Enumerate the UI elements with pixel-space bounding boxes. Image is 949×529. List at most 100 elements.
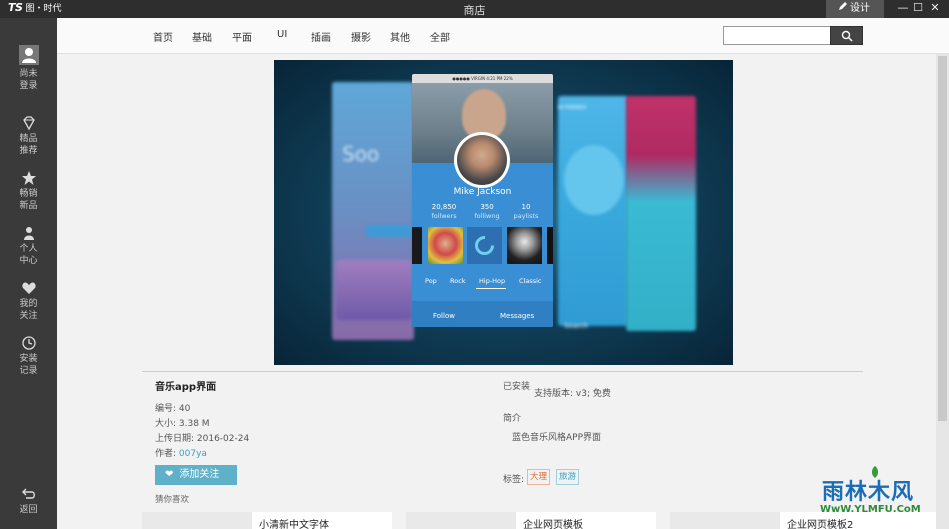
sidebar-item-label: 个人 中心 — [19, 244, 38, 266]
profile-name: Mike Jackson — [453, 187, 512, 197]
tag-dali[interactable]: 大理 — [527, 469, 551, 485]
intro-label: 简介 — [503, 414, 522, 424]
author-label: 作者: — [155, 449, 179, 459]
title-bar: TS 图・时代 商店 设计 — ☐ ✕ — [0, 0, 949, 18]
sidebar-item-profile[interactable]: 个人 中心 — [0, 225, 57, 267]
sidebar-back[interactable]: 返回 — [0, 486, 57, 516]
design-button[interactable]: 设计 — [826, 0, 884, 18]
sidebar-login-label: 尚未 登录 — [19, 69, 38, 91]
nav-item-photography[interactable]: 摄影 — [351, 29, 371, 44]
loading-spinner-icon — [475, 236, 494, 255]
album-tiles — [412, 227, 553, 265]
stat-number: 20,850 — [431, 203, 457, 211]
nav-item-all[interactable]: 全部 — [430, 29, 450, 44]
album-tile — [507, 227, 542, 264]
scrollbar-thumb[interactable] — [938, 56, 947, 421]
nav-item-basic[interactable]: 基础 — [192, 29, 212, 44]
maximize-button[interactable]: ☐ — [911, 1, 925, 14]
sidebar-item-install-history[interactable]: 安装 记录 — [0, 335, 57, 377]
sidebar-item-label: 畅销 新品 — [19, 189, 38, 211]
minimize-button[interactable]: — — [896, 1, 910, 14]
nav-item-ui[interactable]: UI — [277, 29, 287, 40]
star-icon — [21, 171, 36, 185]
sidebar-item-featured[interactable]: 精品 推荐 — [0, 115, 57, 157]
album-tile — [547, 227, 553, 264]
sidebar-login[interactable]: 尚未 登录 — [0, 45, 57, 92]
sidebar-item-label: 精品 推荐 — [19, 134, 38, 156]
stat-label: paylists — [513, 212, 539, 220]
genre-underline — [476, 288, 506, 289]
item-date: 上传日期: 2016-02-24 — [155, 434, 250, 444]
sidebar-back-label: 返回 — [19, 505, 38, 515]
stat-label: follwers — [431, 212, 457, 220]
album-tile — [412, 227, 422, 264]
back-arrow-icon — [21, 488, 35, 499]
add-follow-button[interactable]: ❤ 添加关注 — [155, 465, 237, 485]
genre-hiphop: Hip-Hop — [479, 277, 506, 285]
watermark-logo: 雨林木风 WwW.YLMFU.CoM — [810, 464, 942, 524]
add-follow-label: 添加关注 — [179, 469, 220, 480]
window-title: 商店 — [463, 4, 486, 17]
search-button[interactable] — [830, 26, 863, 45]
recommend-card[interactable]: 小清新中文字体 — [142, 512, 392, 529]
album-tile-loading — [467, 227, 502, 264]
recommend-thumb — [670, 512, 780, 529]
album-tile — [428, 227, 463, 264]
nav-item-home[interactable]: 首页 — [153, 29, 173, 44]
stat-following: 350 folliwng — [467, 203, 507, 221]
author-link[interactable]: 007ya — [179, 449, 207, 459]
design-label: 设计 — [850, 3, 870, 14]
stat-number: 10 — [521, 203, 531, 211]
preview-image: Soo W FRIENDS Search ●●●●● VIRGIN 4:21 P… — [274, 60, 733, 365]
blurred-friends-label: W FRIENDS — [558, 105, 587, 111]
stat-playlists: 10 paylists — [506, 203, 546, 221]
installed-status: 已安装 — [503, 382, 531, 392]
sidebar-item-label: 我的 关注 — [19, 299, 38, 321]
guess-you-like: 猜你喜欢 — [155, 495, 190, 505]
tags-label: 标签: — [503, 475, 525, 485]
genre-classic: Classic — [519, 277, 542, 285]
profile-avatar — [454, 132, 510, 188]
pen-icon — [838, 0, 850, 18]
clock-icon — [21, 336, 36, 350]
sidebar: 尚未 登录 精品 推荐 畅销 新品 个人 中心 我的 关注 安装 记录 返回 — [0, 18, 57, 529]
tag-travel[interactable]: 旅游 — [556, 469, 580, 485]
stat-label: folliwng — [474, 212, 500, 220]
watermark-url: WwW.YLMFU.CoM — [820, 504, 921, 515]
nav-item-graphic[interactable]: 平面 — [232, 29, 252, 44]
sidebar-item-bestseller[interactable]: 畅销 新品 — [0, 170, 57, 212]
profile-photo — [457, 135, 507, 185]
recommend-thumb — [406, 512, 516, 529]
search-input[interactable] — [723, 26, 831, 45]
recommend-title: 企业网页模板 — [523, 520, 583, 529]
genre-pop: Pop — [425, 277, 437, 285]
version-info: 支持版本: v3; 免费 — [534, 389, 611, 399]
blurred-mountains — [336, 260, 412, 320]
item-author: 作者: 007ya — [155, 446, 207, 459]
top-nav: 首页 基础 平面 UI 插画 摄影 其他 全部 — [57, 18, 949, 54]
heart-icon — [21, 282, 36, 294]
app-window: TS 图・时代 商店 设计 — ☐ ✕ 尚未 登录 精品 推荐 畅销 新品 个人… — [0, 0, 949, 529]
diamond-icon — [22, 116, 35, 131]
blurred-word: Soo — [342, 142, 380, 166]
blurred-screen-far-right — [626, 96, 696, 331]
item-title: 音乐app界面 — [155, 382, 217, 393]
stat-followers: 20,850 follwers — [424, 203, 464, 221]
sidebar-item-follows[interactable]: 我的 关注 — [0, 280, 57, 322]
blurred-button — [366, 225, 412, 237]
person-icon — [23, 227, 34, 240]
search-icon — [841, 30, 853, 42]
blurred-circle — [564, 145, 624, 215]
heart-icon: ❤ — [165, 469, 174, 480]
genre-rock: Rock — [450, 277, 466, 285]
nav-item-illustration[interactable]: 插画 — [311, 29, 331, 44]
item-number: 编号: 40 — [155, 404, 191, 414]
nav-item-other[interactable]: 其他 — [390, 29, 410, 44]
info-divider — [142, 371, 863, 372]
stat-number: 350 — [480, 203, 494, 211]
phone-messages: Messages — [500, 312, 535, 320]
close-button[interactable]: ✕ — [928, 1, 942, 14]
watermark-text: 雨林木风 — [822, 480, 915, 505]
sidebar-item-label: 安装 记录 — [19, 354, 38, 376]
recommend-card[interactable]: 企业网页模板 — [406, 512, 656, 529]
